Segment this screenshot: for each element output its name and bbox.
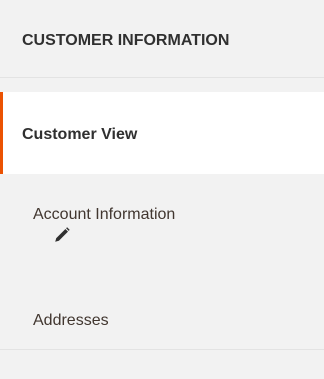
nav-item-label: Addresses (33, 312, 109, 329)
panel-title: CUSTOMER INFORMATION (22, 32, 230, 49)
pencil-icon (55, 227, 70, 242)
nav-item-label: Account Information (33, 206, 176, 223)
nav-item-addresses[interactable]: Addresses (0, 262, 324, 350)
nav-item-label: Customer View (22, 126, 138, 143)
nav-item-customer-view[interactable]: Customer View (0, 92, 324, 174)
nav-item-account-information[interactable]: Account Information (0, 174, 324, 262)
customer-information-panel: CUSTOMER INFORMATION Customer View Accou… (0, 0, 324, 379)
panel-header: CUSTOMER INFORMATION (0, 0, 324, 78)
